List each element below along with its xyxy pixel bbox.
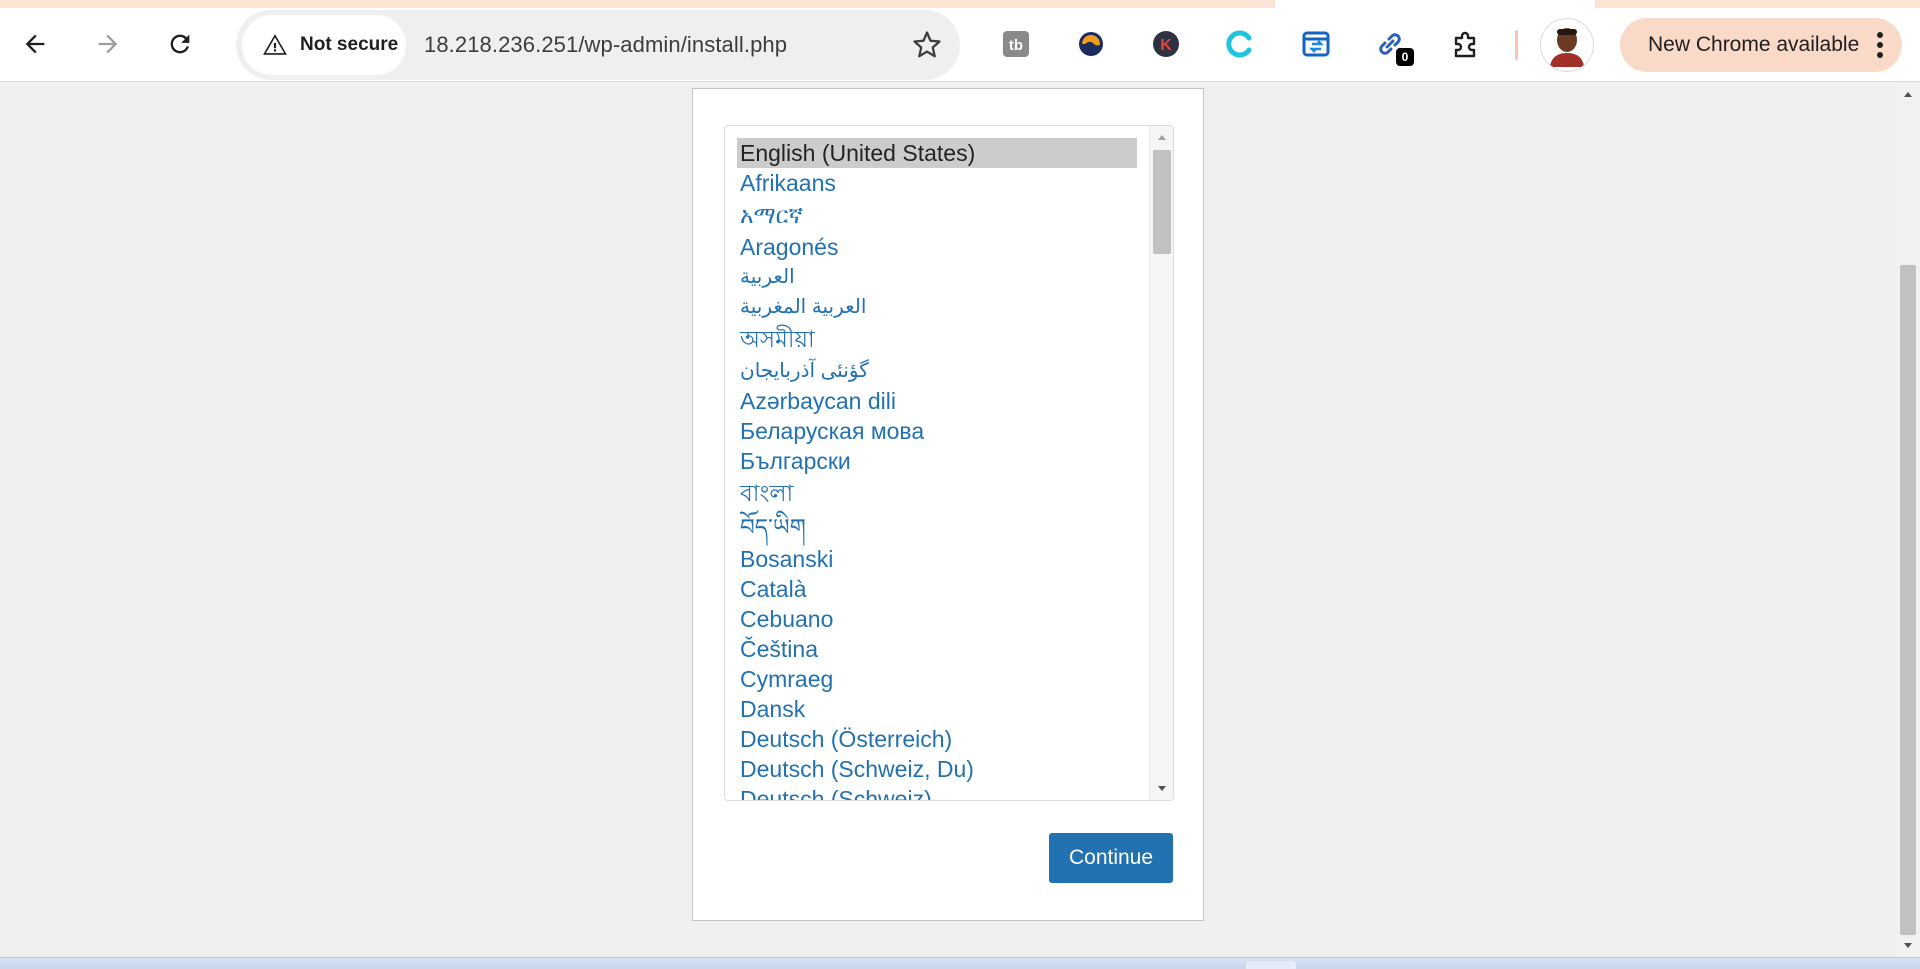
language-option[interactable]: Deutsch (Schweiz, Du) bbox=[737, 754, 1137, 784]
language-option[interactable]: አማርኛ bbox=[737, 198, 1137, 232]
puzzle-icon[interactable] bbox=[1450, 28, 1482, 60]
language-option[interactable]: Čeština bbox=[737, 634, 1137, 664]
blue-doc-extension-icon[interactable] bbox=[1300, 28, 1332, 60]
language-option[interactable]: Cymraeg bbox=[737, 664, 1137, 694]
language-option[interactable]: گؤنئی آذربایجان bbox=[737, 356, 1137, 386]
install-language-card: English (United States) Afrikaans አማርኛ Arag… bbox=[692, 88, 1204, 921]
person-avatar-icon bbox=[1550, 28, 1584, 67]
url-text[interactable]: 18.218.236.251/wp-admin/install.php bbox=[424, 10, 787, 80]
more-vertical-icon[interactable] bbox=[1876, 31, 1884, 59]
security-indicator[interactable]: Not secure bbox=[242, 15, 406, 75]
scroll-up-arrow-icon[interactable] bbox=[1156, 132, 1168, 144]
page-content: English (United States) Afrikaans አማርኛ Arag… bbox=[0, 83, 1920, 957]
language-option[interactable]: Cebuano bbox=[737, 604, 1137, 634]
bookmark-star-icon[interactable] bbox=[912, 30, 942, 60]
extension-badge: 0 bbox=[1396, 48, 1414, 66]
language-option[interactable]: العربية المغربية bbox=[737, 292, 1137, 322]
security-label: Not secure bbox=[300, 34, 399, 55]
language-list-scrollbar[interactable] bbox=[1149, 126, 1173, 800]
language-option[interactable]: Bosanski bbox=[737, 544, 1137, 574]
language-option[interactable]: Deutsch (Schweiz) bbox=[737, 784, 1137, 800]
scroll-thumb[interactable] bbox=[1153, 150, 1171, 254]
language-list: English (United States) Afrikaans አማርኛ Arag… bbox=[737, 138, 1137, 800]
svg-text:K: K bbox=[1160, 37, 1172, 54]
chrome-update-button[interactable]: New Chrome available bbox=[1620, 18, 1902, 72]
language-option[interactable]: Dansk bbox=[737, 694, 1137, 724]
update-label: New Chrome available bbox=[1648, 33, 1860, 56]
language-select[interactable]: English (United States) Afrikaans አማርኛ Arag… bbox=[724, 125, 1174, 801]
language-option[interactable]: Català bbox=[737, 574, 1137, 604]
language-option[interactable]: བོད་ཡིག bbox=[737, 510, 1137, 544]
tab-strip bbox=[0, 0, 1920, 8]
browser-toolbar: Not secure 18.218.236.251/wp-admin/insta… bbox=[0, 0, 1920, 82]
language-option[interactable]: العربية bbox=[737, 262, 1137, 292]
back-button[interactable] bbox=[11, 20, 59, 68]
language-option[interactable]: অসমীয়া bbox=[737, 322, 1137, 356]
warning-icon bbox=[263, 34, 287, 55]
language-option[interactable]: English (United States) bbox=[737, 138, 1137, 168]
orange-swirl-extension-icon[interactable] bbox=[1075, 28, 1107, 60]
language-option[interactable]: Deutsch (Österreich) bbox=[737, 724, 1137, 754]
active-tab[interactable] bbox=[1275, 0, 1595, 8]
arrow-left-icon bbox=[25, 34, 45, 54]
continue-button[interactable]: Continue bbox=[1049, 833, 1173, 883]
forward-button[interactable] bbox=[84, 20, 132, 68]
scroll-down-arrow-icon[interactable] bbox=[1156, 782, 1168, 794]
k-extension-icon[interactable]: K bbox=[1150, 28, 1182, 60]
toolbar-divider bbox=[1515, 30, 1518, 60]
page-scroll-thumb[interactable] bbox=[1900, 265, 1916, 935]
svg-text:tb: tb bbox=[1009, 37, 1023, 54]
taskbar-item[interactable] bbox=[1246, 961, 1296, 969]
language-option[interactable]: Български bbox=[737, 446, 1137, 476]
language-option[interactable]: Azərbaycan dili bbox=[737, 386, 1137, 416]
language-option[interactable]: Afrikaans bbox=[737, 168, 1137, 198]
language-option[interactable]: Aragonés bbox=[737, 232, 1137, 262]
tb-extension-icon[interactable]: tb bbox=[1000, 28, 1032, 60]
os-taskbar bbox=[0, 957, 1920, 969]
reload-button[interactable] bbox=[156, 20, 204, 68]
arrow-right-icon bbox=[98, 34, 118, 54]
address-bar[interactable]: Not secure 18.218.236.251/wp-admin/insta… bbox=[236, 10, 960, 80]
link-extension-icon[interactable]: 0 bbox=[1374, 28, 1414, 66]
scroll-down-arrow-icon[interactable] bbox=[1902, 939, 1914, 951]
reload-icon bbox=[170, 34, 190, 54]
language-option[interactable]: বাংলা bbox=[737, 476, 1137, 510]
language-option[interactable]: Беларуская мова bbox=[737, 416, 1137, 446]
cyan-c-extension-icon[interactable] bbox=[1224, 28, 1256, 60]
scroll-up-arrow-icon[interactable] bbox=[1902, 89, 1914, 101]
profile-avatar[interactable] bbox=[1540, 18, 1594, 72]
page-scrollbar[interactable] bbox=[1896, 83, 1920, 957]
